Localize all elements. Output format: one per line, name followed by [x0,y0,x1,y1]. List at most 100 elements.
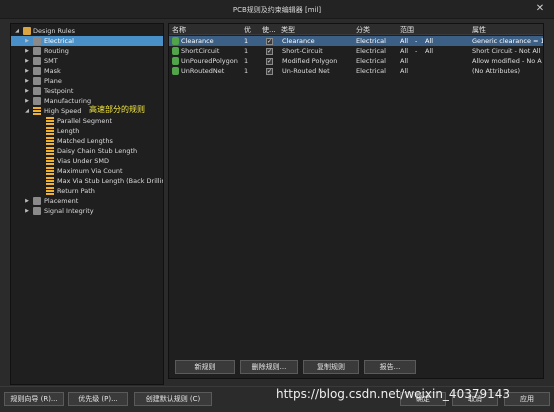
window-title: PCB规则及约束编辑器 [mil] [232,6,322,14]
table-row[interactable]: UnPouredPolygon 1 ✓ Modified Polygon Ele… [169,56,543,66]
expand-arrow-icon[interactable]: ▶ [24,36,30,46]
table-row[interactable]: Clearance 1 ✓ Clearance Electrical All -… [169,36,544,46]
tree-item-routing[interactable]: ▶ Routing [11,46,163,56]
close-icon[interactable]: ✕ [534,3,546,15]
tree-item-label: Plane [44,77,62,85]
watermark-text: https://blog.csdn.net/weixin_40379143 [276,387,511,401]
tree-item-plane[interactable]: ▶ Plane [11,76,163,86]
expand-arrow-icon[interactable]: ▶ [24,56,30,66]
tree-item-electrical[interactable]: ▶ Electrical [11,36,163,46]
column-header-priority[interactable]: 优 [244,25,251,35]
electrical-icon [33,37,41,45]
expand-arrow-icon[interactable]: ▶ [24,46,30,56]
rules-tree[interactable]: ◢ Design Rules ▶ Electrical ▶ Routing ▶ … [10,23,164,385]
tree-item-max-via-stub-length[interactable]: Max Via Stub Length (Back Drilling) [11,176,163,186]
tree-item-label: Maximum Via Count [57,167,123,175]
column-header-category[interactable]: 分类 [356,25,370,35]
grid-header: 名称 优 使... 类型 分类 范围 属性 [169,24,543,35]
rule-icon [46,127,54,135]
signal-integrity-icon [33,207,41,215]
duplicate-rule-button[interactable]: 复制规则 [303,360,359,374]
column-header-attributes[interactable]: 属性 [472,25,486,35]
rule-category: Electrical [356,67,386,75]
tree-item-label: Max Via Stub Length (Back Drilling) [57,177,164,185]
expand-arrow-icon[interactable]: ▶ [24,76,30,86]
tree-item-label: Testpoint [44,87,74,95]
rule-priority: 1 [244,67,249,75]
tree-item-label: SMT [44,57,58,65]
tree-item-vias-under-smd[interactable]: Vias Under SMD [11,156,163,166]
collapse-arrow-icon[interactable]: ◢ [14,26,20,36]
mask-icon [33,67,41,75]
rules-grid[interactable]: 名称 优 使... 类型 分类 范围 属性 Clearance 1 ✓ Clea… [168,23,544,379]
expand-arrow-icon[interactable]: ▶ [24,196,30,206]
rule-icon [172,47,179,55]
column-header-enabled[interactable]: 使... [262,25,276,35]
rule-scope-first: All [400,57,409,65]
rule-attributes: Generic clearance = 10 [472,37,544,45]
rule-attributes: Allow modified - No A [472,57,542,65]
rule-category: Electrical [356,37,386,45]
expand-arrow-icon[interactable]: ▶ [24,66,30,76]
tree-item-label: High Speed [44,107,82,115]
collapse-arrow-icon[interactable]: ◢ [24,106,30,116]
delete-rule-button[interactable]: 删除规则... [240,360,298,374]
report-button[interactable]: 报告... [364,360,416,374]
tree-item-maximum-via-count[interactable]: Maximum Via Count [11,166,163,176]
tree-item-smt[interactable]: ▶ SMT [11,56,163,66]
placement-icon [33,197,41,205]
table-row[interactable]: UnRoutedNet 1 ✓ Un-Routed Net Electrical… [169,66,543,76]
rule-name: ShortCircuit [181,47,220,55]
create-default-rules-button[interactable]: 创建默认规则 (C) [134,392,212,406]
testpoint-icon [33,87,41,95]
rule-name: UnPouredPolygon [181,57,238,65]
column-header-type[interactable]: 类型 [281,25,295,35]
enabled-checkbox[interactable]: ✓ [266,38,273,45]
tree-item-matched-lengths[interactable]: Matched Lengths [11,136,163,146]
tree-item-mask[interactable]: ▶ Mask [11,66,163,76]
enabled-checkbox[interactable]: ✓ [266,68,273,75]
column-header-scope[interactable]: 范围 [400,25,414,35]
expand-arrow-icon[interactable]: ▶ [24,86,30,96]
tree-item-label: Design Rules [33,27,76,35]
tree-item-design-rules[interactable]: ◢ Design Rules [11,26,163,36]
rule-icon [172,67,179,75]
tree-item-label: Matched Lengths [57,137,113,145]
rule-attributes: (No Attributes) [472,67,521,75]
tree-item-testpoint[interactable]: ▶ Testpoint [11,86,163,96]
rule-icon [46,157,54,165]
tree-item-signal-integrity[interactable]: ▶ Signal Integrity [11,206,163,216]
folder-icon [23,27,31,35]
tree-item-return-path[interactable]: Return Path [11,186,163,196]
rule-icon [46,147,54,155]
tree-item-daisy-chain-stub-length[interactable]: Daisy Chain Stub Length [11,146,163,156]
rule-scope-second: All [425,37,434,45]
tree-item-label: Routing [44,47,69,55]
new-rule-button[interactable]: 新规则 [175,360,235,374]
tree-item-label: Parallel Segment [57,117,112,125]
enabled-checkbox[interactable]: ✓ [266,58,273,65]
expand-arrow-icon[interactable]: ▶ [24,96,30,106]
tree-item-label: Length [57,127,80,135]
table-row[interactable]: ShortCircuit 1 ✓ Short-Circuit Electrica… [169,46,543,56]
tree-item-label: Placement [44,197,79,205]
tree-item-placement[interactable]: ▶ Placement [11,196,163,206]
rule-priority: 1 [244,37,249,45]
rule-type: Short-Circuit [282,47,323,55]
scope-separator: - [415,47,418,55]
tree-item-label: Manufacturing [44,97,92,105]
tree-item-length[interactable]: Length [11,126,163,136]
apply-button[interactable]: 应用 [504,392,550,406]
tree-item-parallel-segment[interactable]: Parallel Segment [11,116,163,126]
rule-attributes: Short Circuit - Not All [472,47,541,55]
enabled-checkbox[interactable]: ✓ [266,48,273,55]
priority-button[interactable]: 优先级 (P)... [68,392,128,406]
rule-icon [172,57,179,65]
tree-item-label: Electrical [44,37,74,45]
column-header-name[interactable]: 名称 [172,25,186,35]
expand-arrow-icon[interactable]: ▶ [24,206,30,216]
smt-icon [33,57,41,65]
rule-priority: 1 [244,47,249,55]
rule-wizard-button[interactable]: 规则向导 (R)... [4,392,64,406]
rule-icon [46,137,54,145]
